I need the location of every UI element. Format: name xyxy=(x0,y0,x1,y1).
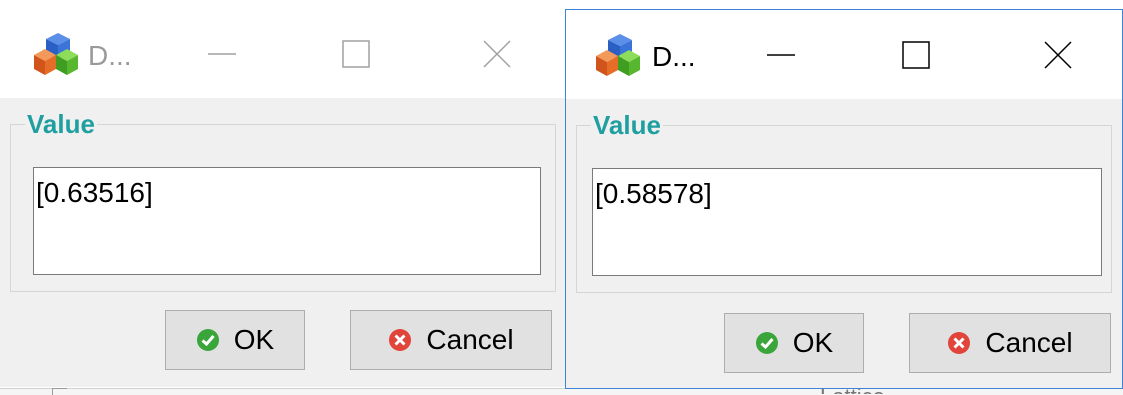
value-field[interactable]: [0.58578] xyxy=(592,168,1102,276)
window-title: D... xyxy=(88,40,132,71)
maximize-button[interactable] xyxy=(321,9,391,98)
value-group: Value [0.63516] xyxy=(10,109,556,292)
close-button[interactable] xyxy=(1023,10,1093,99)
value-group: Value [0.58578] xyxy=(576,110,1112,293)
ok-label: OK xyxy=(792,327,834,358)
group-label: Value xyxy=(25,109,97,139)
close-button[interactable] xyxy=(462,9,532,98)
minimize-button[interactable] xyxy=(187,9,257,98)
ok-button[interactable]: OK xyxy=(724,313,864,373)
ok-button[interactable]: OK xyxy=(165,310,305,370)
close-icon xyxy=(1042,39,1074,71)
check-circle-icon xyxy=(755,331,779,355)
maximize-button[interactable] xyxy=(881,10,951,99)
title-bar[interactable]: D... xyxy=(566,10,1122,99)
maximize-icon xyxy=(900,39,932,71)
close-icon xyxy=(481,38,513,70)
cancel-label: Cancel xyxy=(985,327,1073,358)
value-field[interactable]: [0.63516] xyxy=(33,167,541,275)
minimize-icon xyxy=(206,38,238,70)
x-circle-icon xyxy=(388,328,412,352)
cubes-icon xyxy=(32,33,80,77)
value-dialog-active: D... Value [0.58578] OK Cancel xyxy=(565,9,1123,389)
title-bar[interactable]: D... xyxy=(0,9,566,98)
cubes-icon xyxy=(594,34,642,78)
x-circle-icon xyxy=(947,331,971,355)
check-circle-icon xyxy=(196,328,220,352)
cancel-button[interactable]: Cancel xyxy=(909,313,1111,373)
ok-label: OK xyxy=(233,324,275,355)
cancel-label: Cancel xyxy=(426,324,514,355)
group-label: Value xyxy=(591,110,663,140)
window-title: D... xyxy=(652,41,696,72)
maximize-icon xyxy=(340,38,372,70)
cancel-button[interactable]: Cancel xyxy=(350,310,552,370)
minimize-icon xyxy=(765,39,797,71)
value-dialog-inactive: D... Value [0.63516] OK Cancel xyxy=(0,9,566,387)
minimize-button[interactable] xyxy=(746,10,816,99)
